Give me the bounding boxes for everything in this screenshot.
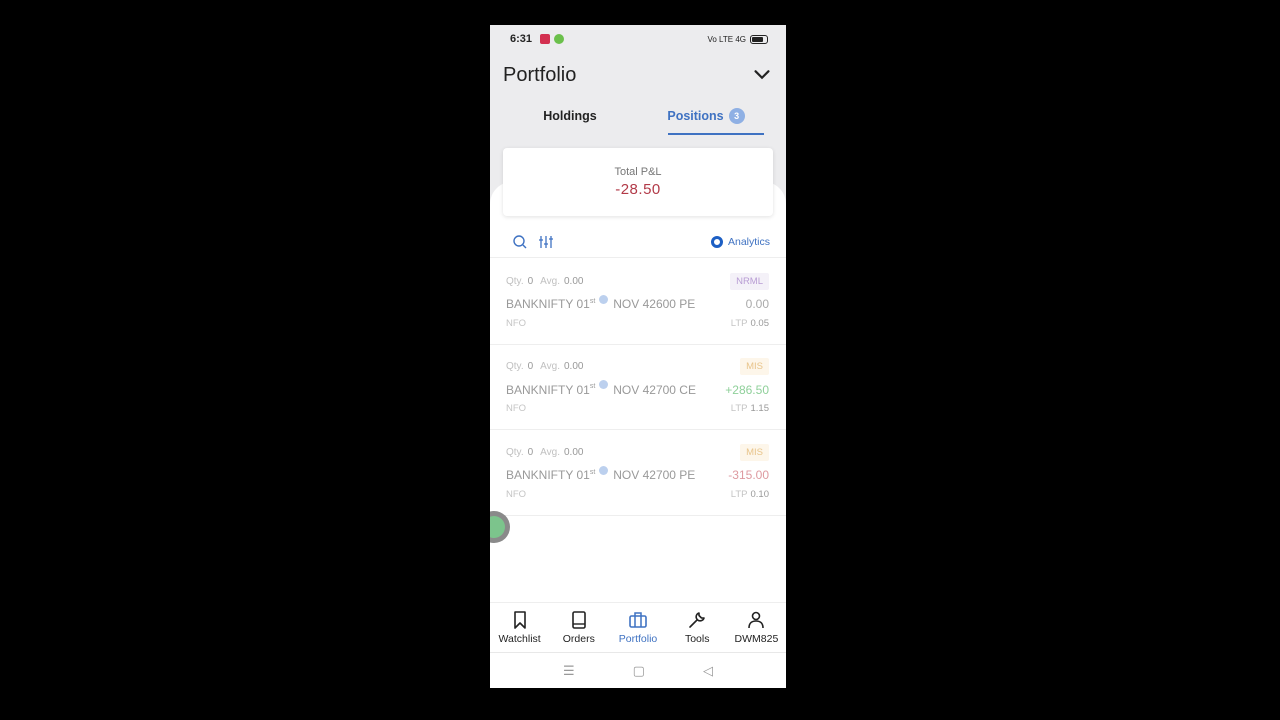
portfolio-tabs: Holdings Positions 3 [490, 97, 786, 135]
bookmark-icon [513, 611, 526, 629]
positions-list: Qty. 0 Avg. 0.00 NRML BANKNIFTY 01st NOV 4… [490, 259, 786, 516]
position-pnl: -315.00 [728, 468, 769, 482]
weekly-expiry-icon [599, 380, 609, 389]
qty-value: 0 [527, 275, 534, 287]
date-suffix: st [589, 297, 596, 305]
nav-watchlist[interactable]: Watchlist [490, 603, 549, 652]
qty-label: Qty. [506, 361, 524, 372]
position-pnl: 0.00 [745, 297, 769, 311]
user-icon [748, 611, 765, 629]
avg-value: 0.00 [564, 361, 584, 372]
status-icons: Vo LTE 4G [707, 34, 768, 44]
battery-icon [750, 34, 768, 44]
weekly-expiry-icon [599, 294, 609, 304]
recent-apps-button[interactable]: ☰ [563, 663, 575, 679]
analytics-label: Analytics [727, 236, 770, 248]
ltp: LTP 0.10 [731, 489, 769, 500]
ltp-label: LTP [730, 317, 748, 329]
ltp: LTP 0.05 [731, 318, 769, 329]
nav-portfolio-label: Portfolio [618, 633, 658, 645]
instrument-symbol: BANKNIFTY 01 [506, 382, 590, 397]
position-row[interactable]: Qty. 0 Avg. 0.00 MIS BANKNIFTY 01st NOV 42… [490, 345, 786, 430]
total-pnl-card: Total P&L -28.50 [503, 148, 773, 216]
chevron-down-icon[interactable] [751, 64, 773, 86]
ltp-value: 0.05 [750, 317, 770, 329]
book-icon [571, 611, 586, 629]
nav-tools[interactable]: Tools [668, 603, 727, 652]
instrument-expiry: NOV 42700 CE [613, 382, 696, 397]
date-suffix: st [589, 383, 596, 390]
position-pnl: +286.50 [725, 382, 769, 397]
status-bar: 6:31 Vo LTE 4G [490, 25, 786, 53]
position-row[interactable]: Qty. 0 Avg. 0.00 MIS BANKNIFTY 01st NOV 42… [490, 430, 786, 516]
exchange-label: NFO [506, 488, 527, 500]
avg-label: Avg. [540, 446, 560, 458]
ltp: LTP 1.15 [731, 403, 769, 414]
wrench-icon [689, 612, 706, 628]
search-icon[interactable] [512, 234, 528, 250]
exchange-label: NFO [506, 317, 527, 329]
phone-screen: 6:31 Vo LTE 4G Portfolio Holdings Positi… [490, 25, 786, 688]
product-tag: NRML [730, 272, 769, 290]
instrument-symbol: BANKNIFTY 01 [506, 468, 590, 482]
page-header: Portfolio [490, 53, 786, 97]
nav-portfolio[interactable]: Portfolio [608, 603, 667, 652]
date-suffix: st [589, 468, 596, 476]
avg-value: 0.00 [564, 275, 584, 287]
sliders-icon[interactable] [538, 234, 554, 250]
position-row[interactable]: Qty. 0 Avg. 0.00 NRML BANKNIFTY 01st NOV 4… [490, 259, 786, 345]
network-icon: Vo LTE 4G [707, 34, 746, 44]
instrument-expiry: NOV 42600 PE [613, 297, 696, 311]
product-tag: MIS [740, 443, 769, 461]
ltp-label: LTP [730, 403, 748, 414]
analytics-icon [710, 236, 723, 248]
ltp-value: 1.15 [750, 403, 770, 414]
tab-positions-label: Positions [667, 109, 724, 123]
play-notification-icon [554, 34, 565, 44]
nav-watchlist-label: Watchlist [498, 633, 541, 645]
ltp-value: 0.10 [750, 488, 770, 500]
nav-orders-label: Orders [562, 633, 595, 645]
page-title: Portfolio [503, 63, 577, 86]
qty-value: 0 [527, 361, 534, 372]
status-time: 6:31 [510, 33, 533, 45]
briefcase-icon [629, 612, 647, 628]
qty-label: Qty. [506, 275, 524, 287]
avg-value: 0.00 [564, 446, 584, 458]
qty-label: Qty. [506, 446, 524, 458]
nav-profile-label: DWM825 [734, 633, 779, 645]
ltp-label: LTP [730, 488, 748, 500]
instrument-symbol: BANKNIFTY 01 [506, 297, 590, 311]
app-notification-icon [540, 34, 551, 44]
weekly-expiry-icon [599, 465, 609, 475]
instrument-expiry: NOV 42700 PE [613, 468, 696, 482]
nav-profile[interactable]: DWM825 [727, 603, 786, 652]
tab-holdings[interactable]: Holdings [502, 97, 638, 135]
total-pnl-label: Total P&L [614, 166, 662, 178]
nav-tools-label: Tools [684, 633, 710, 645]
home-button[interactable]: ▢ [633, 663, 645, 679]
system-navigation-bar: ☰ ▢ ◁ [490, 652, 786, 688]
positions-toolbar: Analytics [490, 227, 786, 258]
tab-positions[interactable]: Positions 3 [638, 97, 774, 135]
back-button[interactable]: ◁ [703, 663, 713, 679]
analytics-button[interactable]: Analytics [710, 236, 770, 248]
qty-value: 0 [527, 446, 534, 458]
nav-orders[interactable]: Orders [549, 603, 608, 652]
avg-label: Avg. [540, 275, 560, 287]
product-tag: MIS [740, 358, 769, 375]
positions-count-badge: 3 [728, 108, 745, 124]
avg-label: Avg. [540, 361, 560, 372]
bottom-navigation: Watchlist Orders Portfolio Tools DWM825 [490, 602, 786, 652]
total-pnl-value: -28.50 [615, 181, 661, 198]
exchange-label: NFO [506, 403, 527, 414]
tab-holdings-label: Holdings [543, 109, 597, 123]
